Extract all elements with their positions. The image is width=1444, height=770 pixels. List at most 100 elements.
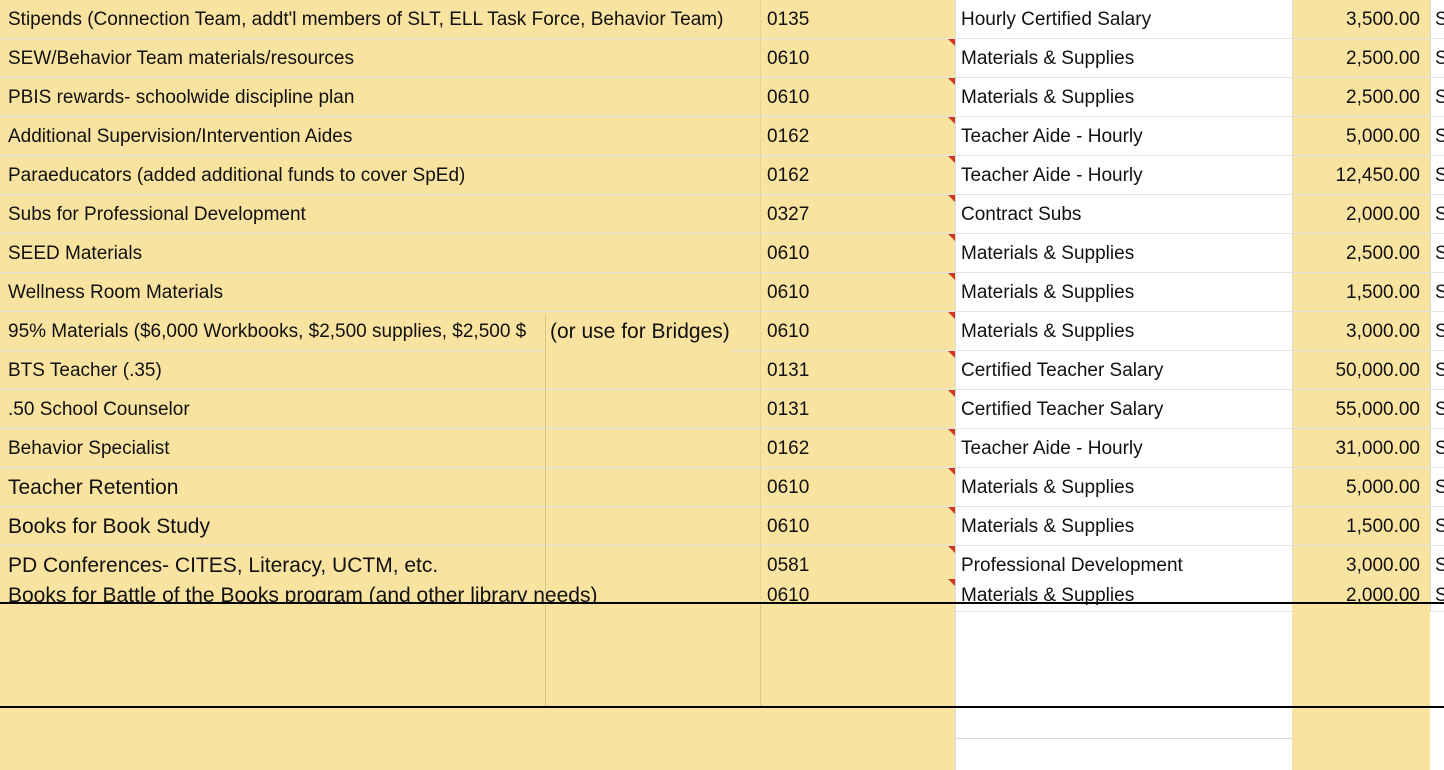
category-cell[interactable]: Teacher Aide - Hourly <box>955 117 1292 156</box>
overflow-column-cell[interactable]: S <box>1430 468 1444 507</box>
category-cell-text: Materials & Supplies <box>961 282 1135 303</box>
empty-cell-area[interactable] <box>0 604 955 770</box>
comment-indicator-icon[interactable] <box>948 78 955 85</box>
overflow-column-cell[interactable]: S <box>1430 273 1444 312</box>
code-cell[interactable]: 0610 <box>760 273 955 312</box>
amount-cell[interactable]: 1,500.00 <box>1292 507 1430 546</box>
code-cell[interactable]: 0610 <box>760 468 955 507</box>
overflow-column-cell[interactable]: S <box>1430 312 1444 351</box>
comment-indicator-icon[interactable] <box>948 156 955 163</box>
category-cell[interactable]: Certified Teacher Salary <box>955 390 1292 429</box>
code-cell[interactable]: 0135 <box>760 0 955 39</box>
comment-indicator-icon[interactable] <box>948 273 955 280</box>
description-cell[interactable]: .50 School Counselor <box>0 390 760 429</box>
overflow-column-cell[interactable]: S <box>1430 507 1444 546</box>
amount-cell[interactable]: 31,000.00 <box>1292 429 1430 468</box>
overflow-column-cell[interactable]: S <box>1430 78 1444 117</box>
amount-cell[interactable]: 5,000.00 <box>1292 117 1430 156</box>
category-cell-text: Materials & Supplies <box>961 321 1135 342</box>
category-cell[interactable]: Materials & Supplies <box>955 468 1292 507</box>
description-cell[interactable]: Additional Supervision/Intervention Aide… <box>0 117 760 156</box>
description-cell[interactable]: Books for Book Study <box>0 507 760 546</box>
overflow-column-cell[interactable]: S <box>1430 117 1444 156</box>
description-cell[interactable]: PBIS rewards- schoolwide discipline plan <box>0 78 760 117</box>
comment-indicator-icon[interactable] <box>948 546 955 553</box>
category-cell[interactable]: Materials & Supplies <box>955 507 1292 546</box>
category-cell[interactable]: Materials & Supplies <box>955 273 1292 312</box>
overflow-column-cell[interactable]: S <box>1430 390 1444 429</box>
category-cell[interactable]: Teacher Aide - Hourly <box>955 156 1292 195</box>
amount-cell[interactable]: 2,000.00 <box>1292 195 1430 234</box>
description-cell-text: PD Conferences- CITES, Literacy, UCTM, e… <box>8 554 439 577</box>
amount-cell[interactable]: 1,500.00 <box>1292 273 1430 312</box>
category-cell[interactable]: Certified Teacher Salary <box>955 351 1292 390</box>
comment-indicator-icon[interactable] <box>948 195 955 202</box>
description-cell[interactable]: Subs for Professional Development <box>0 195 760 234</box>
amount-cell[interactable]: 2,500.00 <box>1292 39 1430 78</box>
comment-indicator-icon[interactable] <box>948 507 955 514</box>
comment-indicator-icon[interactable] <box>948 429 955 436</box>
code-cell[interactable]: 0327 <box>760 195 955 234</box>
amount-cell-text: 12,450.00 <box>1335 165 1420 186</box>
code-cell[interactable]: 0610 <box>760 507 955 546</box>
amount-cell[interactable]: 50,000.00 <box>1292 351 1430 390</box>
overflow-column-cell[interactable]: S <box>1430 195 1444 234</box>
comment-indicator-icon[interactable] <box>948 468 955 475</box>
overflow-column-cell[interactable]: S <box>1430 579 1444 612</box>
amount-cell[interactable]: 55,000.00 <box>1292 390 1430 429</box>
amount-cell-text: 5,000.00 <box>1346 126 1420 147</box>
comment-indicator-icon[interactable] <box>948 351 955 358</box>
description-cell[interactable]: Wellness Room Materials <box>0 273 760 312</box>
description-cell[interactable]: Stipends (Connection Team, addt'l member… <box>0 0 760 39</box>
description-cell[interactable]: BTS Teacher (.35) <box>0 351 760 390</box>
category-cell[interactable]: Materials & Supplies <box>955 579 1292 612</box>
empty-cell-area[interactable] <box>1292 604 1430 770</box>
code-cell[interactable]: 0162 <box>760 429 955 468</box>
overflow-column-cell[interactable]: S <box>1430 351 1444 390</box>
description-cell[interactable]: SEED Materials <box>0 234 760 273</box>
overflow-column-cell[interactable]: S <box>1430 39 1444 78</box>
overflow-column-cell[interactable]: S <box>1430 156 1444 195</box>
code-cell[interactable]: 0162 <box>760 117 955 156</box>
overflow-column-cell[interactable]: S <box>1430 429 1444 468</box>
description-cell[interactable]: Teacher Retention <box>0 468 760 507</box>
category-cell[interactable]: Teacher Aide - Hourly <box>955 429 1292 468</box>
code-cell[interactable]: 0610 <box>760 78 955 117</box>
description-cell-text: SEW/Behavior Team materials/resources <box>8 48 354 69</box>
amount-cell[interactable]: 2,500.00 <box>1292 234 1430 273</box>
category-cell[interactable]: Materials & Supplies <box>955 312 1292 351</box>
comment-indicator-icon[interactable] <box>948 390 955 397</box>
code-cell[interactable]: 0610 <box>760 312 955 351</box>
comment-indicator-icon[interactable] <box>948 117 955 124</box>
code-cell[interactable]: 0131 <box>760 351 955 390</box>
comment-indicator-icon[interactable] <box>948 312 955 319</box>
gridline <box>955 604 956 770</box>
code-cell[interactable]: 0610 <box>760 234 955 273</box>
code-cell[interactable]: 0610 <box>760 39 955 78</box>
comment-indicator-icon[interactable] <box>948 39 955 46</box>
category-cell[interactable]: Materials & Supplies <box>955 234 1292 273</box>
overflow-column-cell[interactable]: S <box>1430 234 1444 273</box>
description-cell[interactable]: Paraeducators (added additional funds to… <box>0 156 760 195</box>
description-cell[interactable]: SEW/Behavior Team materials/resources <box>0 39 760 78</box>
category-cell[interactable]: Contract Subs <box>955 195 1292 234</box>
amount-cell[interactable]: 5,000.00 <box>1292 468 1430 507</box>
code-cell-text: 0327 <box>767 204 810 225</box>
amount-cell[interactable]: 3,000.00 <box>1292 312 1430 351</box>
amount-cell[interactable]: 12,450.00 <box>1292 156 1430 195</box>
category-cell[interactable]: Materials & Supplies <box>955 78 1292 117</box>
description-cell[interactable]: Behavior Specialist <box>0 429 760 468</box>
category-cell[interactable]: Materials & Supplies <box>955 39 1292 78</box>
code-cell[interactable]: 0131 <box>760 390 955 429</box>
comment-indicator-icon[interactable] <box>948 234 955 241</box>
description-overflow-cell[interactable]: (or use for Bridges) <box>546 312 730 351</box>
amount-cell[interactable]: 2,500.00 <box>1292 78 1430 117</box>
code-cell[interactable]: 0162 <box>760 156 955 195</box>
description-cell-text: Behavior Specialist <box>8 438 170 459</box>
overflow-column-cell-text: S <box>1435 360 1444 381</box>
category-cell[interactable]: Hourly Certified Salary <box>955 0 1292 39</box>
overflow-column-cell[interactable]: S <box>1430 0 1444 39</box>
comment-indicator-icon[interactable] <box>948 579 955 586</box>
amount-cell[interactable]: 3,500.00 <box>1292 0 1430 39</box>
overflow-column-cell-text: S <box>1435 87 1444 108</box>
